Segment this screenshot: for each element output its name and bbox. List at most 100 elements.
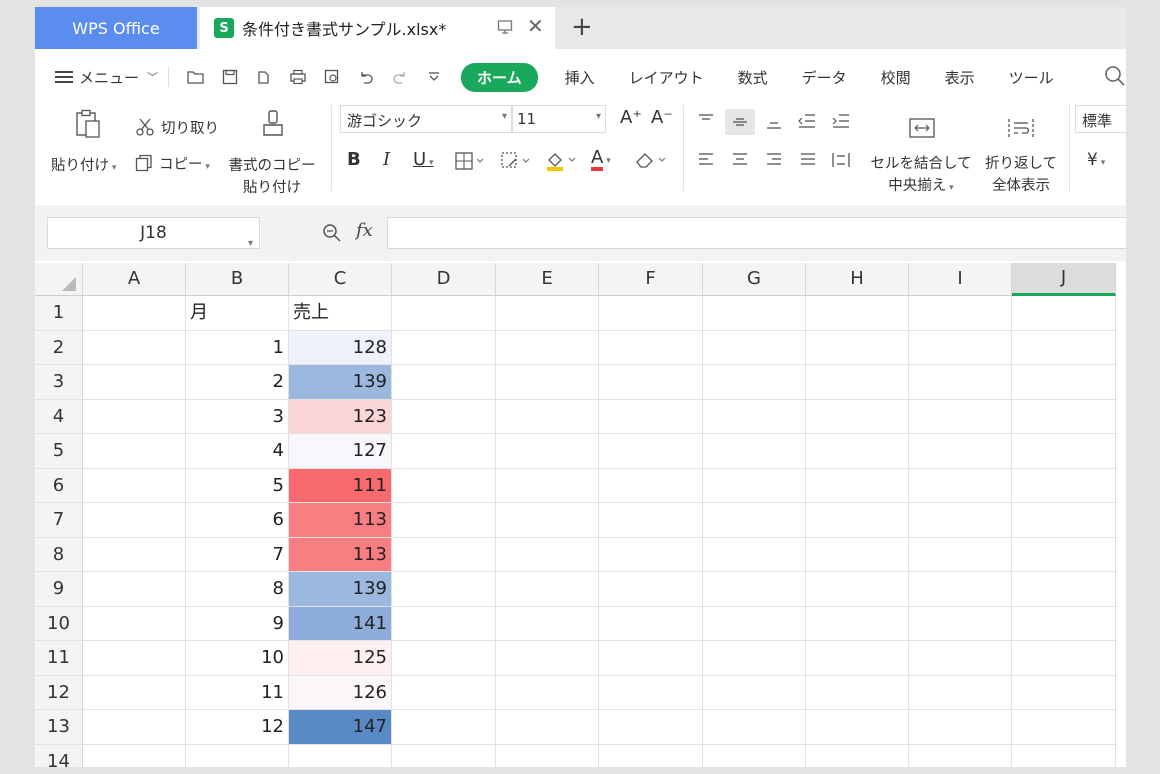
column-header-j[interactable]: J: [1012, 263, 1116, 296]
cell-b9[interactable]: 8: [186, 572, 289, 607]
select-all-corner[interactable]: [35, 263, 83, 296]
font-name-select[interactable]: 游ゴシック ▾: [340, 105, 512, 133]
row-header-14[interactable]: 14: [35, 744, 83, 767]
cell-i14[interactable]: [909, 744, 1012, 767]
cell-g8[interactable]: [703, 537, 806, 572]
cell-f13[interactable]: [599, 710, 703, 745]
monitor-icon[interactable]: [497, 19, 513, 35]
tab-layout[interactable]: レイアウト: [629, 67, 704, 88]
file-tab[interactable]: S 条件付き書式サンプル.xlsx* ✕: [200, 7, 555, 49]
number-format-select[interactable]: 標準: [1075, 105, 1126, 133]
cell-h6[interactable]: [806, 468, 909, 503]
row-header-1[interactable]: 1: [35, 296, 83, 331]
cell-i8[interactable]: [909, 537, 1012, 572]
cell-e13[interactable]: [496, 710, 599, 745]
row-header-9[interactable]: 9: [35, 572, 83, 607]
cell-f12[interactable]: [599, 675, 703, 710]
cell-d10[interactable]: [392, 606, 496, 641]
row-header-12[interactable]: 12: [35, 675, 83, 710]
grow-font-button[interactable]: A⁺: [620, 109, 642, 127]
cell-g10[interactable]: [703, 606, 806, 641]
cell-h12[interactable]: [806, 675, 909, 710]
cell-g4[interactable]: [703, 399, 806, 434]
cell-i13[interactable]: [909, 710, 1012, 745]
cell-a7[interactable]: [83, 503, 186, 538]
cell-a9[interactable]: [83, 572, 186, 607]
eraser-icon[interactable]: [635, 151, 669, 169]
cell-b3[interactable]: 2: [186, 365, 289, 400]
cell-f5[interactable]: [599, 434, 703, 469]
cell-a3[interactable]: [83, 365, 186, 400]
cell-e9[interactable]: [496, 572, 599, 607]
cell-h13[interactable]: [806, 710, 909, 745]
align-center-icon[interactable]: [731, 152, 749, 168]
cell-g3[interactable]: [703, 365, 806, 400]
cell-h14[interactable]: [806, 744, 909, 767]
cell-c11[interactable]: 125: [289, 641, 392, 676]
cell-i11[interactable]: [909, 641, 1012, 676]
cell-f2[interactable]: [599, 330, 703, 365]
cell-d5[interactable]: [392, 434, 496, 469]
print-preview-icon[interactable]: [321, 66, 343, 88]
cell-e6[interactable]: [496, 468, 599, 503]
cell-i7[interactable]: [909, 503, 1012, 538]
cell-h8[interactable]: [806, 537, 909, 572]
cell-b6[interactable]: 5: [186, 468, 289, 503]
increase-indent-icon[interactable]: [831, 113, 851, 129]
tab-tools[interactable]: ツール: [1009, 67, 1054, 88]
merge-center-icon[interactable]: [908, 117, 936, 139]
cell-c1[interactable]: 売上: [289, 296, 392, 331]
italic-button[interactable]: I: [383, 151, 390, 169]
cell-d11[interactable]: [392, 641, 496, 676]
distributed-align-icon[interactable]: [831, 151, 851, 169]
cell-i3[interactable]: [909, 365, 1012, 400]
cell-i4[interactable]: [909, 399, 1012, 434]
copy-button[interactable]: コピー ▾: [159, 156, 210, 176]
cell-f1[interactable]: [599, 296, 703, 331]
cell-g12[interactable]: [703, 675, 806, 710]
cell-i9[interactable]: [909, 572, 1012, 607]
cell-g5[interactable]: [703, 434, 806, 469]
cell-h1[interactable]: [806, 296, 909, 331]
cell-d3[interactable]: [392, 365, 496, 400]
new-tab-button[interactable]: +: [571, 13, 593, 41]
cell-g9[interactable]: [703, 572, 806, 607]
row-header-5[interactable]: 5: [35, 434, 83, 469]
merge-center-button[interactable]: セルを結合して 中央揃え ▾: [865, 155, 977, 197]
cell-c9[interactable]: 139: [289, 572, 392, 607]
cell-b10[interactable]: 9: [186, 606, 289, 641]
cell-b13[interactable]: 12: [186, 710, 289, 745]
column-header-f[interactable]: F: [599, 263, 703, 296]
cell-e5[interactable]: [496, 434, 599, 469]
column-header-a[interactable]: A: [83, 263, 186, 296]
cell-c8[interactable]: 113: [289, 537, 392, 572]
cell-b12[interactable]: 11: [186, 675, 289, 710]
align-middle-icon[interactable]: [731, 115, 749, 129]
cell-d7[interactable]: [392, 503, 496, 538]
cell-d12[interactable]: [392, 675, 496, 710]
cell-h9[interactable]: [806, 572, 909, 607]
cell-c10[interactable]: 141: [289, 606, 392, 641]
cell-i10[interactable]: [909, 606, 1012, 641]
undo-icon[interactable]: [355, 66, 377, 88]
cell-e10[interactable]: [496, 606, 599, 641]
cell-d1[interactable]: [392, 296, 496, 331]
scissors-icon[interactable]: [135, 117, 155, 137]
format-painter-icon[interactable]: [261, 109, 285, 139]
cell-h5[interactable]: [806, 434, 909, 469]
row-header-8[interactable]: 8: [35, 537, 83, 572]
cell-d13[interactable]: [392, 710, 496, 745]
tab-data[interactable]: データ: [802, 67, 847, 88]
cell-a10[interactable]: [83, 606, 186, 641]
format-painter-button[interactable]: 書式のコピー 貼り付け: [227, 157, 317, 197]
tab-view[interactable]: 表示: [945, 67, 975, 88]
paste-icon[interactable]: [75, 109, 101, 139]
cell-i12[interactable]: [909, 675, 1012, 710]
cell-j8[interactable]: [1012, 537, 1116, 572]
cell-a6[interactable]: [83, 468, 186, 503]
row-header-13[interactable]: 13: [35, 710, 83, 745]
cell-e11[interactable]: [496, 641, 599, 676]
cell-j2[interactable]: [1012, 330, 1116, 365]
shrink-font-button[interactable]: A⁻: [651, 109, 673, 127]
customize-dropdown-icon[interactable]: [423, 66, 445, 88]
